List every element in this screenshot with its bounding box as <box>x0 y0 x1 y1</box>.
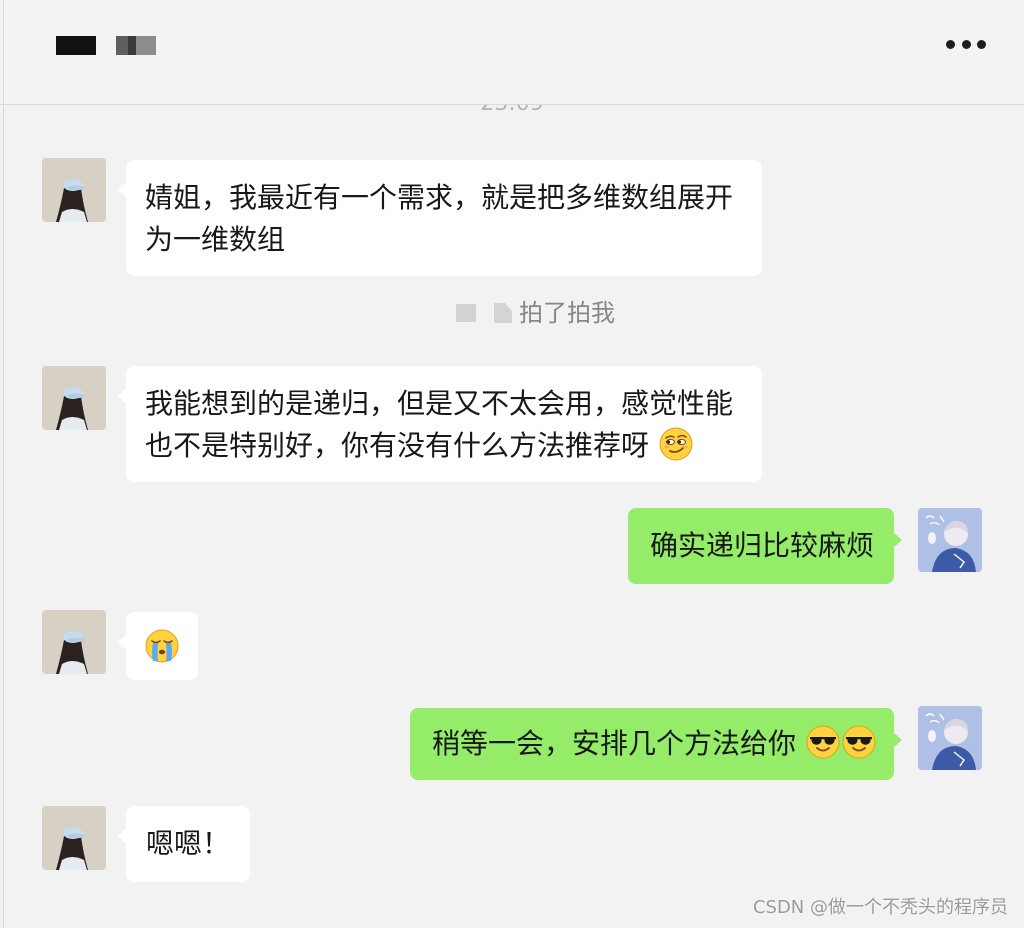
redacted-title-block <box>116 36 156 55</box>
redacted-avatar-block <box>456 304 476 322</box>
sunglasses-emoji-icon <box>806 725 840 759</box>
sunglasses-emoji-icon <box>842 725 876 759</box>
contact-avatar[interactable] <box>42 158 106 222</box>
pat-notice: 拍了拍我 <box>456 296 615 330</box>
contact-avatar[interactable] <box>42 366 106 430</box>
girl-avatar-icon <box>42 806 106 870</box>
my-avatar[interactable] <box>918 706 982 770</box>
outgoing-message-bubble[interactable]: 稍等一会，安排几个方法给你 <box>409 708 903 780</box>
girl-avatar-icon <box>42 158 106 222</box>
contact-avatar[interactable] <box>42 806 106 870</box>
redacted-title-block <box>56 36 96 55</box>
incoming-message-bubble[interactable]: 我能想到的是递归，但是又不太会用，感觉性能也不是特别好，你有没有什么方法推荐呀 <box>118 366 762 482</box>
message-text: 我能想到的是递归，但是又不太会用，感觉性能也不是特别好，你有没有什么方法推荐呀 <box>145 387 734 462</box>
message-text: 确实递归比较麻烦 <box>649 529 874 562</box>
smirk-emoji-icon <box>659 427 693 461</box>
message-text: 婧姐，我最近有一个需求，就是把多维数组展开为一维数组 <box>145 181 734 256</box>
incoming-emoji-bubble[interactable] <box>118 612 198 680</box>
girl-avatar-icon <box>42 610 106 674</box>
crying-emoji-icon <box>145 629 179 663</box>
pat-notice-text: 拍了拍我 <box>519 299 615 327</box>
my-avatar[interactable] <box>918 508 982 572</box>
message-text: 稍等一会，安排几个方法给你 <box>431 727 796 760</box>
incoming-message-bubble[interactable]: 嗯嗯！ <box>117 806 251 882</box>
girl-avatar-icon <box>42 366 106 430</box>
window-left-border <box>3 0 4 928</box>
contact-avatar[interactable] <box>42 610 106 674</box>
more-dot <box>977 39 986 49</box>
csdn-watermark: CSDN @做一个不秃头的程序员 <box>752 897 1008 918</box>
more-dot <box>961 39 971 49</box>
chat-header <box>0 0 1024 105</box>
message-text: 嗯嗯！ <box>146 827 231 860</box>
outgoing-message-bubble[interactable]: 确实递归比较麻烦 <box>627 508 903 584</box>
incoming-message-bubble[interactable]: 婧姐，我最近有一个需求，就是把多维数组展开为一维数组 <box>118 160 762 276</box>
more-dot <box>946 39 955 49</box>
redacted-name-block <box>494 303 512 323</box>
anime-avatar-icon <box>918 508 982 572</box>
anime-avatar-icon <box>918 706 982 770</box>
more-icon[interactable] <box>946 38 986 50</box>
